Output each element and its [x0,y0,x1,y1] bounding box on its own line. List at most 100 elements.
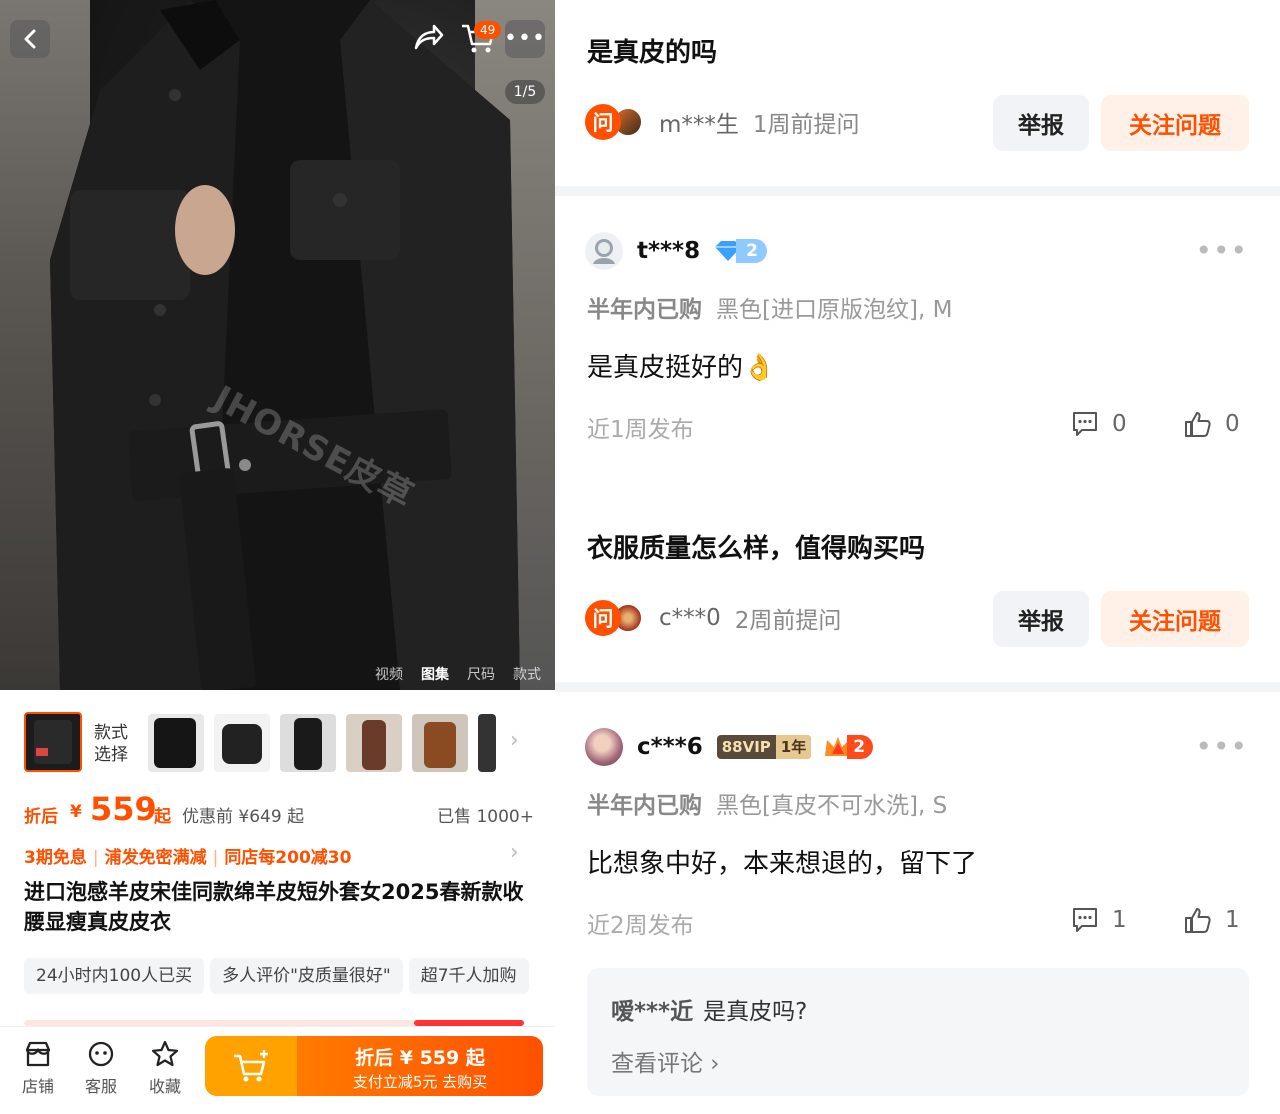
image-page-indicator: 1/5 [505,80,545,104]
asker-name: m***生 [659,112,739,138]
asker-row: 问 m***生 1周前提问 [585,104,860,140]
promo-item: 3期免息 [24,848,87,868]
product-image[interactable]: 49 ••• 1/5 JHORSE皮草 视频 图集 尺码 款式 [0,0,555,690]
sub-comment-box[interactable]: 嗳***近 是真皮吗? 查看评论 › [587,968,1249,1096]
thumbnail[interactable] [478,714,496,772]
thumbs-up-icon [1185,412,1211,437]
question-title[interactable]: 是真皮的吗 [587,32,717,69]
product-panel: 49 ••• 1/5 JHORSE皮草 视频 图集 尺码 款式 款式 选择 › … [0,0,555,1114]
style-thumbnails: 款式 选择 › [0,708,555,778]
thumbnail[interactable] [148,714,204,772]
jacket-photo [50,0,520,690]
comment-count[interactable]: 1 [1070,906,1127,934]
price-before: 优惠前 ¥649 起 [182,807,305,827]
share-button[interactable] [412,22,444,52]
buy-price: 折后 ¥ 559 起 [355,1047,485,1069]
answer-user-row: t***8 2 [585,231,767,271]
bottom-action-bar: 店铺 客服 收藏 折后 ¥ 559 起 支付立减5元 去购买 [0,1026,555,1114]
price-suffix: 起 [154,807,171,827]
qa-panel: 是真皮的吗 问 m***生 1周前提问 举报 关注问题 t***8 2 ••• … [555,0,1280,1114]
report-button[interactable]: 举报 [993,95,1089,151]
asker-name: c***0 [659,605,721,631]
sub-comment-text: 是真皮吗? [703,999,808,1025]
tab-style[interactable]: 款式 [513,664,541,684]
comment-icon [1073,908,1097,932]
answer-time: 近1周发布 [587,417,694,443]
purchase-info: 半年内已购 黑色[进口原版泡纹], M [587,297,953,323]
share-icon [414,24,444,50]
tab-gallery[interactable]: 图集 [421,664,449,684]
divider [555,682,1280,692]
ask-time: 1周前提问 [752,112,860,138]
promo-item: 浦发免密满减 [104,848,207,868]
view-comments-link[interactable]: 查看评论 › [611,1044,720,1078]
favorite-button[interactable]: 收藏 [140,1039,190,1097]
question-title[interactable]: 衣服质量怎么样，值得购买吗 [587,528,925,565]
level-badge: 2 [712,239,767,263]
like-count[interactable]: 1 [1183,906,1240,934]
more-button[interactable]: ••• [504,20,546,58]
avatar [585,728,623,766]
cart-count-badge: 49 [474,21,502,39]
style-select-label[interactable]: 款式 选择 [94,722,128,766]
follow-question-button[interactable]: 关注问题 [1101,591,1249,647]
chevron-left-icon [24,29,36,49]
tag: 多人评价"皮质量很好" [210,958,403,994]
chevron-right-icon[interactable]: › [510,840,519,865]
promo-row[interactable]: 3期免息 | 浦发免密满减 | 同店每200减30 [24,843,529,868]
star-icon [151,1040,179,1067]
vip-badge: 88VIP 1年 [716,735,812,759]
tab-video[interactable]: 视频 [375,664,403,684]
sold-count: 已售 1000+ [437,807,534,827]
promo-item: 同店每200减30 [224,848,352,868]
buy-button[interactable]: 折后 ¥ 559 起 支付立减5元 去购买 [205,1036,543,1096]
screen: 49 ••• 1/5 JHORSE皮草 视频 图集 尺码 款式 款式 选择 › … [0,0,1280,1114]
media-tabs: 视频 图集 尺码 款式 [375,664,541,684]
answer-time: 近2周发布 [587,913,694,939]
back-button[interactable] [10,20,50,58]
answer-text: 比想象中好，本来想退的，留下了 [587,849,978,879]
answer-user-name: c***6 [637,734,703,760]
thumbnail[interactable] [280,714,336,772]
answer-user-name: t***8 [637,238,701,264]
shop-icon [25,1041,51,1067]
ask-badge: 问 [585,600,621,636]
purchase-info: 半年内已购 黑色[真皮不可水洗], S [587,793,948,819]
thumbs-up-icon [1185,908,1211,933]
thumbnail[interactable] [214,714,270,772]
follow-question-button[interactable]: 关注问题 [1101,95,1249,151]
price-prefix: 折后 [24,807,58,827]
tag: 超7千人加购 [408,958,529,994]
add-to-cart-button[interactable] [205,1036,297,1096]
ask-time: 2周前提问 [734,608,842,634]
asker-row: 问 c***0 2周前提问 [585,600,841,636]
thumbnail-selected[interactable] [24,712,82,772]
thumbnail[interactable] [412,714,468,772]
sub-comment: 嗳***近 是真皮吗? [611,992,807,1026]
shop-button[interactable]: 店铺 [13,1039,63,1097]
price-value: 559 [90,790,157,828]
product-tags: 24小时内100人已买 多人评价"皮质量很好" 超7千人加购 [24,958,555,994]
buy-subtext: 支付立减5元 去购买 [352,1073,488,1091]
tab-size[interactable]: 尺码 [467,664,495,684]
customer-service-button[interactable]: 客服 [76,1039,126,1097]
like-count[interactable]: 0 [1183,410,1240,438]
answer-text: 是真皮挺好的👌 [587,353,776,383]
chevron-right-icon[interactable]: › [510,728,519,753]
price-currency: ¥ [70,802,82,822]
more-options-icon[interactable]: ••• [1195,730,1248,763]
more-dots-icon: ••• [504,26,546,51]
ask-badge: 问 [585,104,621,140]
add-cart-icon [234,1050,268,1082]
more-options-icon[interactable]: ••• [1195,234,1248,267]
thumbnail[interactable] [346,714,402,772]
report-button[interactable]: 举报 [993,591,1089,647]
comment-count[interactable]: 0 [1070,410,1127,438]
product-title: 进口泡感羊皮宋佳同款绵羊皮短外套女2025春新款收腰显瘦真皮皮衣 [24,880,524,934]
chat-face-icon [88,1041,114,1067]
answer-user-row: c***6 88VIP 1年 2 [585,727,874,767]
sub-comment-user: 嗳***近 [611,999,694,1025]
tag: 24小时内100人已买 [24,958,205,994]
comment-icon [1073,412,1097,436]
level-badge: 2 [823,734,874,760]
